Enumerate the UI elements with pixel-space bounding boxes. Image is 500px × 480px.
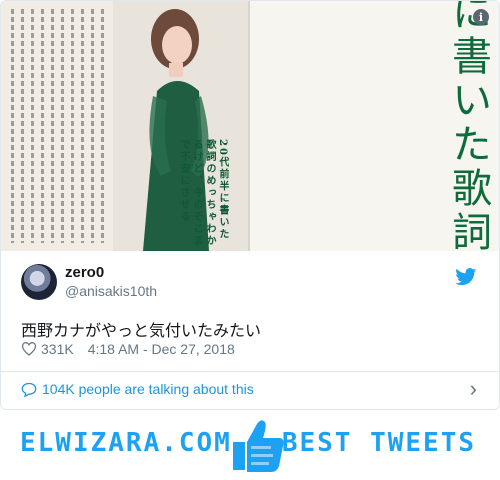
site-brand: ELWIZARA.COM xyxy=(20,428,232,458)
display-name[interactable]: zero0 xyxy=(65,264,157,282)
heart-icon[interactable] xyxy=(21,342,37,356)
avatar[interactable] xyxy=(21,264,57,300)
tweet-meta: 331K 4:18 AM - Dec 27, 2018 xyxy=(21,341,235,357)
tweet-card[interactable]: 20代前半に書いた歌詞のめっちゃわかるけど、今のそこまで不安にさせる に書いた歌… xyxy=(0,0,500,410)
thumbs-up-icon xyxy=(233,420,284,472)
best-tweets-label: BEST TWEETS xyxy=(281,428,476,458)
tweet-media[interactable]: 20代前半に書いた歌詞のめっちゃわかるけど、今のそこまで不安にさせる に書いた歌… xyxy=(1,1,499,251)
conversation-label[interactable]: 104K people are talking about this xyxy=(42,381,254,397)
info-icon[interactable]: i xyxy=(473,9,489,25)
conversation-link[interactable]: 104K people are talking about this xyxy=(21,381,254,397)
tweet-timestamp[interactable]: 4:18 AM - Dec 27, 2018 xyxy=(88,341,235,357)
watermark-footer: ELWIZARA.COM BEST TWEETS xyxy=(0,410,500,480)
twitter-bird-icon[interactable] xyxy=(455,268,477,286)
like-count[interactable]: 331K xyxy=(41,341,74,357)
magazine-right-page: に書いた歌詞のわかるけど、今の不安にさせる人 xyxy=(248,1,499,251)
user-handle[interactable]: @anisakis10th xyxy=(65,282,157,300)
tweet-text: 西野カナがやっと気付いたみたい xyxy=(21,321,262,340)
tweet-author[interactable]: zero0 @anisakis10th xyxy=(21,264,157,300)
divider xyxy=(1,371,499,372)
speech-bubble-icon xyxy=(21,382,37,397)
magazine-headline: に書いた歌詞のわかるけど、今の不安にさせる人 xyxy=(445,1,491,251)
chevron-right-icon[interactable]: › xyxy=(470,378,477,400)
magazine-quote: 20代前半に書いた歌詞のめっちゃわかるけど、今のそこまで不安にさせる xyxy=(178,139,228,247)
magazine-left-page: 20代前半に書いた歌詞のめっちゃわかるけど、今のそこまで不安にさせる xyxy=(1,1,248,251)
